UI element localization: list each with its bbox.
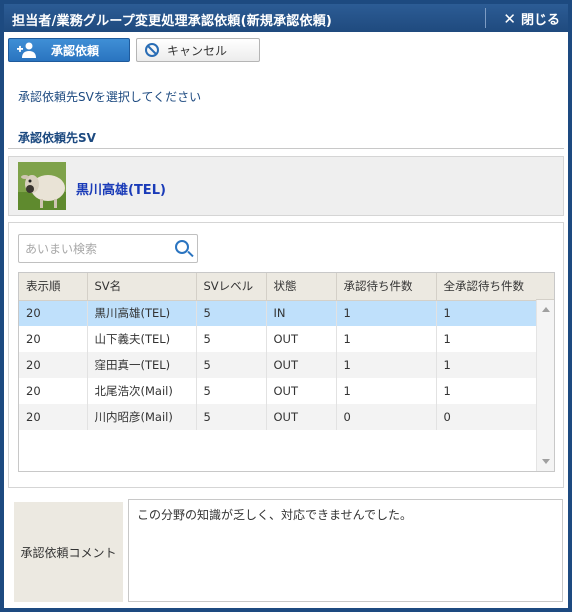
cell-status: OUT <box>266 352 337 378</box>
column-header-status[interactable]: 状態 <box>266 273 337 301</box>
column-header-sv-level[interactable]: SVレベル <box>196 273 267 301</box>
search-box <box>18 234 198 263</box>
section-title-sv: 承認依頼先SV <box>18 131 96 145</box>
cancel-button[interactable]: キャンセル <box>136 38 260 62</box>
table-row[interactable]: 20 山下義夫(TEL) 5 OUT 1 1 <box>19 326 539 352</box>
title-bar: 担当者/業務グループ変更処理承認依頼(新規承認依頼) ✕ 閉じる <box>4 4 568 32</box>
cell-order: 20 <box>19 326 88 352</box>
cell-sv-level: 5 <box>196 326 267 352</box>
grid-header-corner <box>536 273 554 300</box>
approval-request-button[interactable]: 承認依頼 <box>8 38 130 62</box>
cell-sv-name: 窪田真一(TEL) <box>87 352 197 378</box>
comment-textarea[interactable]: この分野の知識が乏しく、対応できませんでした。 <box>128 499 563 602</box>
cell-total-pending-count: 1 <box>436 378 539 404</box>
table-row[interactable]: 20 北尾浩次(Mail) 5 OUT 1 1 <box>19 378 539 404</box>
cell-pending-count: 1 <box>336 300 437 326</box>
column-header-total-pending-count[interactable]: 全承認待ち件数 <box>436 273 539 301</box>
table-row[interactable]: 20 黒川高雄(TEL) 5 IN 1 1 <box>19 300 539 326</box>
cell-order: 20 <box>19 352 88 378</box>
column-header-order[interactable]: 表示順 <box>19 273 88 301</box>
dialog-title: 担当者/業務グループ変更処理承認依頼(新規承認依頼) <box>12 14 333 29</box>
search-input[interactable] <box>19 235 164 262</box>
table-row[interactable]: 20 窪田真一(TEL) 5 OUT 1 1 <box>19 352 539 378</box>
close-button[interactable]: ✕ 閉じる <box>503 9 560 29</box>
cell-sv-name: 山下義夫(TEL) <box>87 326 197 352</box>
cell-pending-count: 1 <box>336 326 437 352</box>
cell-sv-level: 5 <box>196 300 267 326</box>
column-header-sv-name[interactable]: SV名 <box>87 273 197 301</box>
cancel-label: キャンセル <box>167 43 228 58</box>
toolbar: 承認依頼 キャンセル <box>8 38 260 62</box>
cell-total-pending-count: 1 <box>436 352 539 378</box>
grid-header-row: 表示順 SV名 SVレベル 状態 承認待ち件数 全承認待ち件数 <box>19 273 539 301</box>
approval-dialog: 担当者/業務グループ変更処理承認依頼(新規承認依頼) ✕ 閉じる 承認依頼 キャ… <box>0 0 572 612</box>
user-add-icon <box>17 42 36 58</box>
sv-list-panel: 表示順 SV名 SVレベル 状態 承認待ち件数 全承認待ち件数 20 黒川高雄(… <box>8 222 564 488</box>
cell-total-pending-count: 0 <box>436 404 539 430</box>
approval-request-label: 承認依頼 <box>51 43 100 58</box>
cell-sv-level: 5 <box>196 352 267 378</box>
sheep-avatar <box>18 162 66 210</box>
cell-status: IN <box>266 300 337 326</box>
divider <box>8 148 564 149</box>
cell-status: OUT <box>266 326 337 352</box>
cell-pending-count: 1 <box>336 378 437 404</box>
cell-sv-name: 黒川高雄(TEL) <box>87 300 197 326</box>
selected-sv-name: 黒川高雄(TEL) <box>76 183 166 198</box>
title-separator <box>485 8 486 28</box>
sv-grid: 表示順 SV名 SVレベル 状態 承認待ち件数 全承認待ち件数 20 黒川高雄(… <box>18 272 555 472</box>
cell-status: OUT <box>266 404 337 430</box>
selected-sv-card: 黒川高雄(TEL) <box>8 156 564 216</box>
cell-order: 20 <box>19 404 88 430</box>
scroll-down-arrow-icon[interactable] <box>542 459 550 464</box>
cell-order: 20 <box>19 300 88 326</box>
search-icon[interactable] <box>175 240 189 254</box>
close-icon: ✕ <box>503 9 516 28</box>
cell-pending-count: 0 <box>336 404 437 430</box>
comment-label: 承認依頼コメント <box>14 502 123 602</box>
cell-order: 20 <box>19 378 88 404</box>
scroll-up-arrow-icon[interactable] <box>542 307 550 312</box>
cell-total-pending-count: 1 <box>436 300 539 326</box>
close-label: 閉じる <box>520 13 560 28</box>
column-header-pending-count[interactable]: 承認待ち件数 <box>336 273 437 301</box>
cell-status: OUT <box>266 378 337 404</box>
cell-sv-level: 5 <box>196 404 267 430</box>
cell-pending-count: 1 <box>336 352 437 378</box>
cell-total-pending-count: 1 <box>436 326 539 352</box>
table-row[interactable]: 20 川内昭彦(Mail) 5 OUT 0 0 <box>19 404 539 430</box>
cell-sv-name: 川内昭彦(Mail) <box>87 404 197 430</box>
instruction-text: 承認依頼先SVを選択してください <box>18 90 202 104</box>
cell-sv-name: 北尾浩次(Mail) <box>87 378 197 404</box>
grid-vertical-scrollbar[interactable] <box>536 300 554 471</box>
cell-sv-level: 5 <box>196 378 267 404</box>
prohibited-icon <box>145 43 159 57</box>
